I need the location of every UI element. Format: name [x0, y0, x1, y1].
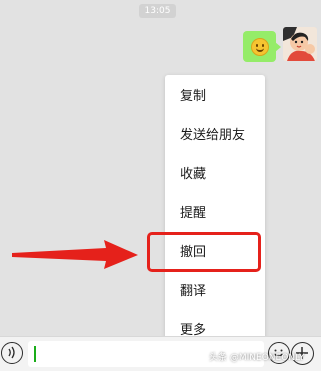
voice-button[interactable]	[1, 342, 23, 364]
grinning-face-emoji	[250, 37, 269, 56]
emoji-mouth	[255, 48, 264, 52]
menu-item-remind[interactable]: 提醒	[165, 194, 265, 233]
text-cursor	[34, 346, 36, 362]
sent-message-bubble[interactable]	[243, 31, 281, 62]
menu-item-copy[interactable]: 复制	[165, 77, 265, 116]
emoji-eye-left	[255, 43, 258, 47]
menu-item-favorite[interactable]: 收藏	[165, 155, 265, 194]
menu-item-translate[interactable]: 翻译	[165, 272, 265, 311]
chat-area: 13:05	[0, 0, 321, 336]
avatar[interactable]	[283, 27, 317, 61]
menu-item-send-to-friend[interactable]: 发送给朋友	[165, 116, 265, 155]
voice-icon	[8, 346, 15, 359]
emoji-eye-right	[261, 43, 264, 47]
avatar-image	[283, 27, 317, 61]
pointer-arrow-icon	[12, 240, 138, 269]
message-context-menu: 复制 发送给朋友 收藏 提醒 撤回 翻译 更多	[165, 75, 265, 354]
watermark: 头条 @MINEONEONLY	[209, 353, 305, 363]
message-timestamp: 13:05	[139, 4, 176, 18]
recall-highlight-box	[147, 232, 261, 272]
